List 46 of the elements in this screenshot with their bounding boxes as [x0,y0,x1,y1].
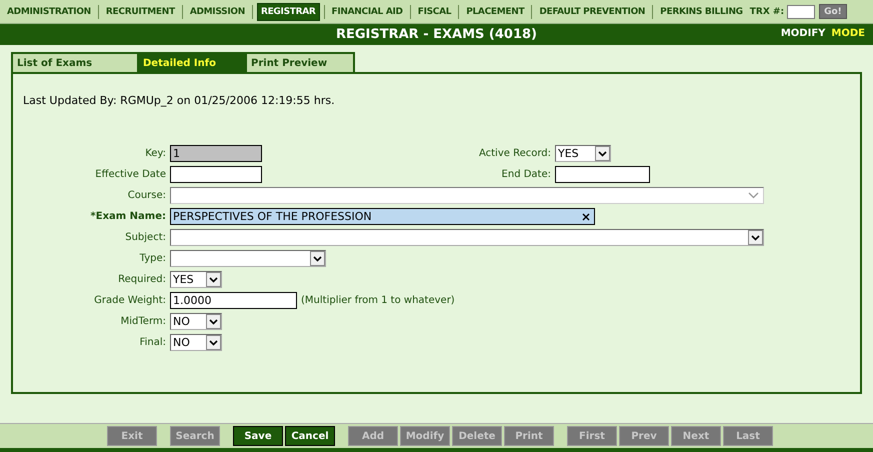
field-label: Type: [138,253,166,264]
nav-tab[interactable]: FINANCIAL AID [328,4,406,20]
select-field[interactable]: NO [170,334,222,351]
nav-tab[interactable]: PERKINS BILLING [657,4,746,20]
field-label: MidTerm: [120,316,166,327]
tab[interactable]: Detailed Info [139,52,247,72]
clear-icon[interactable] [582,212,590,220]
nav-tab[interactable]: ADMINISTRATION [4,4,94,20]
select-field[interactable]: NO [170,313,222,330]
select-field[interactable] [170,229,764,246]
select-field[interactable]: YES [170,271,222,288]
select-field[interactable]: YES [555,145,611,162]
hint-text: (Multiplier from 1 to whatever) [301,295,455,306]
nav-tab[interactable]: RECRUITMENT [102,4,178,20]
tab[interactable]: Print Preview [247,52,355,72]
field-label: *Exam Name: [90,211,166,222]
page-title: REGISTRAR - EXAMS (4018) [336,27,537,42]
nav-tab[interactable]: REGISTRAR [256,2,320,20]
nav-tab[interactable]: ADMISSION [186,4,248,20]
field-label: Subject: [124,232,166,243]
field-label: Required: [117,274,166,285]
text-field[interactable]: PERSPECTIVES OF THE PROFESSION [170,208,595,225]
field-label: Final: [138,337,166,348]
field-label: Key: [144,148,166,159]
field-label: Course: [126,190,166,201]
field-label: End Date: [500,169,551,180]
trx-label: TRX #: [750,6,784,16]
tab[interactable]: List of Exams [11,52,139,72]
combo-field[interactable] [170,187,764,204]
action-button[interactable]: Cancel [285,426,335,446]
nav-tab[interactable]: DEFAULT PREVENTION [536,4,648,20]
nav-tab[interactable]: PLACEMENT [463,4,528,20]
field-label: Effective Date [94,169,166,180]
trx-input-field[interactable] [787,4,816,18]
field-label: Active Record: [478,148,551,159]
last-updated-text: Last Updated By: RGMUp_2 on 01/25/2006 12:19:55 hrs. [23,94,336,107]
field-label: Grade Weight: [93,295,166,306]
action-button[interactable]: Save [233,426,283,446]
chevron-down-icon [748,192,759,199]
select-field[interactable] [170,250,326,267]
text-field[interactable]: 1.0000 [170,292,297,309]
mode-label: MODE [831,28,865,39]
nav-tab[interactable]: FISCAL [414,4,454,20]
text-field[interactable] [555,166,650,183]
mode-value: MODIFY [780,28,826,39]
text-field[interactable] [170,166,262,183]
